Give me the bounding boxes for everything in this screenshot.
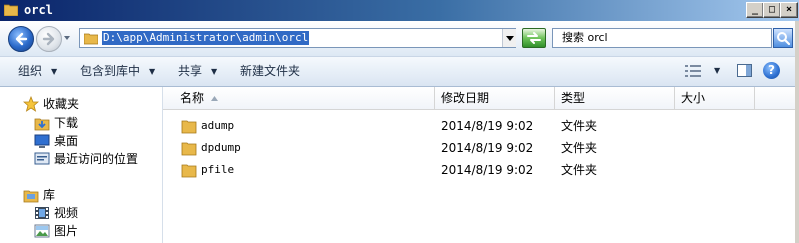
column-name-label: 名称 bbox=[180, 91, 205, 105]
file-type: 文件夹 bbox=[561, 163, 598, 177]
chevron-down-icon: ▼ bbox=[149, 67, 156, 76]
picture-library-icon bbox=[34, 224, 50, 238]
preview-pane-icon[interactable] bbox=[737, 64, 752, 77]
forward-button[interactable] bbox=[36, 26, 62, 52]
navigation-pane: 收藏夹 下载 桌面 最近访问的位置 库 视频 图片 bbox=[0, 87, 163, 243]
pictures-label: 图片 bbox=[54, 224, 79, 238]
file-type: 文件夹 bbox=[561, 141, 598, 155]
file-name: dpdump bbox=[201, 141, 241, 154]
organize-label: 组织 bbox=[18, 64, 43, 78]
window-frame bbox=[795, 21, 799, 243]
history-dropdown-icon[interactable] bbox=[63, 34, 71, 42]
file-name: pfile bbox=[201, 163, 235, 176]
command-bar: 组织 ▼ 包含到库中 ▼ 共享 ▼ 新建文件夹 ▼ ? bbox=[0, 57, 799, 87]
include-in-library-menu[interactable]: 包含到库中 ▼ bbox=[80, 57, 155, 86]
share-label: 共享 bbox=[178, 64, 203, 78]
share-menu[interactable]: 共享 ▼ bbox=[178, 57, 217, 86]
star-icon bbox=[23, 96, 39, 112]
video-library-icon bbox=[35, 207, 49, 219]
views-icon[interactable] bbox=[685, 65, 701, 77]
file-type: 文件夹 bbox=[561, 119, 598, 133]
favorites-label: 收藏夹 bbox=[43, 97, 80, 111]
recent-places-label: 最近访问的位置 bbox=[54, 152, 139, 166]
column-header-modified[interactable]: 修改日期 bbox=[435, 87, 555, 110]
explorer-window: orcl _ □ × D:\app\Administrator\admin\or… bbox=[0, 0, 799, 243]
column-header-size[interactable]: 大小 bbox=[675, 87, 755, 110]
chevron-down-icon[interactable]: ▼ bbox=[714, 64, 720, 78]
file-name: adump bbox=[201, 119, 235, 132]
file-modified: 2014/8/19 9:02 bbox=[441, 141, 534, 155]
desktop-label: 桌面 bbox=[54, 134, 79, 148]
chevron-down-icon: ▼ bbox=[211, 67, 218, 76]
window-title: orcl bbox=[24, 3, 53, 17]
back-arrow-icon bbox=[15, 32, 28, 46]
videos-label: 视频 bbox=[54, 206, 79, 220]
table-row[interactable]: pfile 2014/8/19 9:02 文件夹 bbox=[163, 159, 799, 181]
chevron-down-icon bbox=[506, 36, 514, 41]
maximize-button[interactable]: □ bbox=[763, 2, 781, 18]
folder-icon bbox=[84, 33, 98, 45]
new-folder-label: 新建文件夹 bbox=[240, 64, 301, 78]
close-button[interactable]: × bbox=[780, 2, 798, 18]
help-icon[interactable]: ? bbox=[763, 62, 780, 79]
column-header-filler bbox=[755, 87, 799, 110]
column-header-type[interactable]: 类型 bbox=[555, 87, 675, 110]
back-button[interactable] bbox=[8, 26, 34, 52]
include-in-library-label: 包含到库中 bbox=[80, 64, 141, 78]
file-modified: 2014/8/19 9:02 bbox=[441, 163, 534, 177]
file-list: 名称 修改日期 类型 大小 adump 2014/8/19 9:02 文件夹 d… bbox=[163, 87, 799, 243]
search-input[interactable]: 搜索 orcl bbox=[552, 28, 772, 48]
address-bar[interactable]: D:\app\Administrator\admin\orcl bbox=[79, 28, 516, 48]
organize-menu[interactable]: 组织 ▼ bbox=[18, 57, 57, 86]
address-path[interactable]: D:\app\Administrator\admin\orcl bbox=[102, 31, 310, 45]
chevron-down-icon: ▼ bbox=[51, 67, 58, 76]
search-placeholder: 搜索 orcl bbox=[562, 31, 608, 44]
address-row: D:\app\Administrator\admin\orcl 搜索 orcl bbox=[0, 21, 799, 57]
download-folder-icon bbox=[34, 118, 50, 131]
table-row[interactable]: dpdump 2014/8/19 9:02 文件夹 bbox=[163, 137, 799, 159]
libraries-label: 库 bbox=[43, 188, 56, 202]
table-row[interactable]: adump 2014/8/19 9:02 文件夹 bbox=[163, 115, 799, 137]
title-bar[interactable]: orcl _ □ × bbox=[0, 0, 799, 21]
search-icon bbox=[777, 32, 790, 45]
downloads-label: 下载 bbox=[54, 116, 79, 130]
sort-ascending-icon bbox=[211, 96, 218, 101]
forward-arrow-icon bbox=[42, 32, 55, 46]
address-dropdown-button[interactable] bbox=[502, 29, 516, 47]
folder-icon bbox=[181, 164, 197, 178]
refresh-button[interactable] bbox=[522, 28, 546, 48]
desktop-icon bbox=[34, 134, 50, 148]
column-header-name[interactable]: 名称 bbox=[163, 87, 435, 110]
library-icon bbox=[23, 190, 39, 203]
folder-icon bbox=[181, 120, 197, 134]
folder-icon bbox=[181, 142, 197, 156]
search-button[interactable] bbox=[773, 28, 793, 48]
minimize-button[interactable]: _ bbox=[746, 2, 764, 18]
folder-icon bbox=[4, 4, 18, 16]
file-modified: 2014/8/19 9:02 bbox=[441, 119, 534, 133]
recent-places-icon bbox=[34, 152, 50, 165]
refresh-icon bbox=[527, 32, 541, 44]
new-folder-button[interactable]: 新建文件夹 bbox=[240, 57, 300, 86]
